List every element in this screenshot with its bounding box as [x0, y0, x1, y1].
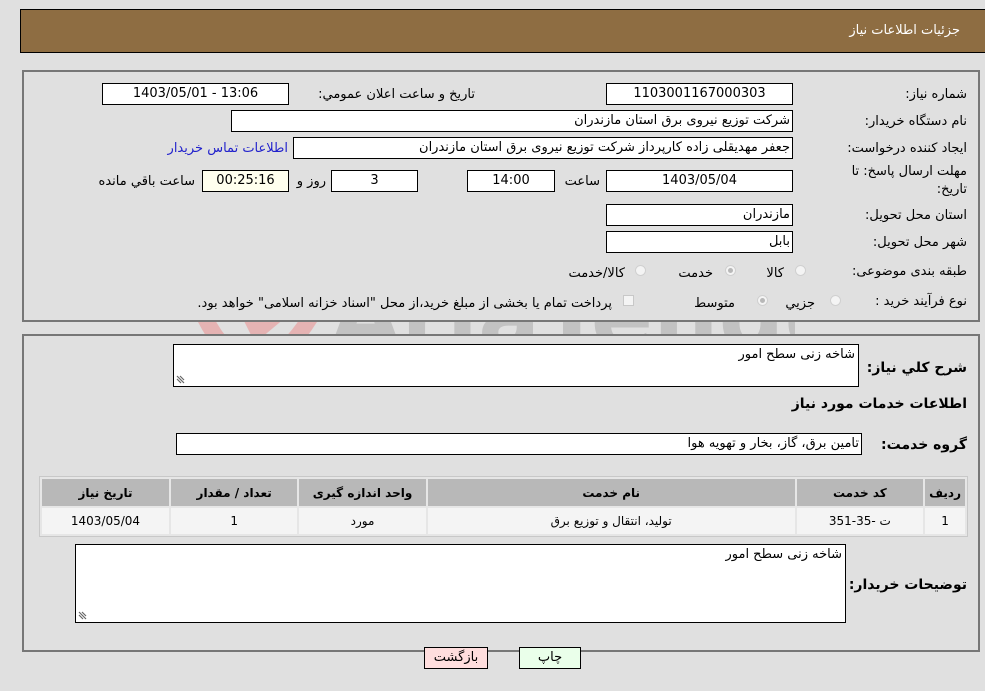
- col-header-quantity: تعداد / مقدار: [170, 479, 298, 506]
- category-radio-service[interactable]: [725, 265, 736, 276]
- table-header-row: رديف کد خدمت نام خدمت واحد اندازه گيری ت…: [42, 479, 965, 506]
- requester-label: ایجاد کننده درخواست:: [847, 141, 967, 156]
- remaining-time-label: ساعت باقي مانده: [98, 174, 195, 189]
- buyer-org-label: نام دستگاه خريدار:: [864, 114, 967, 129]
- buyer-contact-link[interactable]: اطلاعات تماس خريدار: [168, 141, 288, 156]
- category-option-service: خدمت: [678, 266, 713, 281]
- service-group-field: تامین برق، گاز، بخار و تهویه هوا: [176, 433, 862, 455]
- purchase-type-option-minor: جزيي: [785, 296, 815, 311]
- days-label: روز و: [296, 174, 326, 189]
- back-button[interactable]: بازگشت: [424, 647, 488, 669]
- category-option-goods: کالا: [766, 266, 784, 281]
- purchase-type-label: نوع فرآیند خرید :: [875, 294, 967, 309]
- deadline-date-field: 1403/05/04: [606, 170, 793, 192]
- col-header-unit: واحد اندازه گيری: [299, 479, 426, 506]
- purchase-type-option-medium: متوسط: [694, 296, 735, 311]
- col-header-row-number: رديف: [925, 479, 965, 506]
- cell-service-name: تولید، انتقال و توزیع برق: [427, 508, 795, 534]
- cell-row-number: 1: [925, 508, 965, 534]
- resize-grip-icon[interactable]: [78, 610, 88, 620]
- cell-service-code: ت -35-351: [796, 508, 924, 534]
- deadline-time-field: 14:00: [467, 170, 555, 192]
- category-option-goods-service: کالا/خدمت: [568, 266, 625, 281]
- general-desc-text: شاخه زنی سطح امور: [738, 347, 855, 362]
- buyer-notes-text: شاخه زنی سطح امور: [725, 547, 842, 562]
- category-label: طبقه بندی موضوعی:: [851, 264, 967, 279]
- city-field: بابل: [606, 231, 793, 253]
- category-radio-goods[interactable]: [795, 265, 806, 276]
- treasury-checkbox[interactable]: [623, 295, 634, 306]
- col-header-need-date: تاريخ نياز: [42, 479, 169, 506]
- city-label: شهر محل تحویل:: [872, 235, 967, 250]
- col-header-service-name: نام خدمت: [427, 479, 795, 506]
- print-button[interactable]: چاپ: [519, 647, 581, 669]
- buyer-notes-label: توضيحات خريدار:: [848, 577, 967, 593]
- remaining-time-field: 00:25:16: [202, 170, 289, 192]
- page-header: جزئیات اطلاعات نیاز: [20, 9, 985, 53]
- requester-field: جعفر مهدیقلی زاده کارپرداز شرکت توزیع نی…: [293, 137, 793, 159]
- buyer-org-field: شرکت توزیع نیروی برق استان مازندران: [231, 110, 793, 132]
- announce-datetime-field: 1403/05/01 - 13:06: [102, 83, 289, 105]
- page-title: جزئیات اطلاعات نیاز: [849, 23, 960, 38]
- deadline-time-label: ساعت: [564, 174, 600, 189]
- services-table: رديف کد خدمت نام خدمت واحد اندازه گيری ت…: [39, 476, 968, 537]
- resize-grip-icon[interactable]: [176, 374, 186, 384]
- service-group-label: گروه خدمت:: [881, 437, 967, 453]
- treasury-note: پرداخت تمام یا بخشی از مبلغ خرید،از محل …: [197, 296, 612, 311]
- buyer-notes-textarea[interactable]: شاخه زنی سطح امور: [75, 544, 846, 623]
- deadline-label: مهلت ارسال پاسخ: تا: [851, 164, 967, 179]
- province-label: استان محل تحویل:: [865, 208, 967, 223]
- cell-unit: مورد: [299, 508, 426, 534]
- category-radio-goods-service[interactable]: [635, 265, 646, 276]
- table-row: 1 ت -35-351 تولید، انتقال و توزیع برق مو…: [42, 508, 965, 534]
- announce-datetime-label: تاریخ و ساعت اعلان عمومي:: [318, 87, 475, 102]
- col-header-service-code: کد خدمت: [796, 479, 924, 506]
- deadline-label-date: تاریخ:: [936, 182, 967, 197]
- general-desc-textarea[interactable]: شاخه زنی سطح امور: [173, 344, 859, 387]
- province-field: مازندران: [606, 204, 793, 226]
- purchase-type-radio-minor[interactable]: [830, 295, 841, 306]
- cell-quantity: 1: [170, 508, 298, 534]
- general-desc-label: شرح کلي نياز:: [866, 360, 967, 376]
- purchase-type-radio-medium[interactable]: [757, 295, 768, 306]
- need-number-label: شماره نیاز:: [905, 87, 967, 102]
- need-info-panel: [22, 70, 980, 322]
- services-section-title: اطلاعات خدمات مورد نياز: [791, 396, 967, 412]
- remaining-days-field: 3: [331, 170, 418, 192]
- cell-need-date: 1403/05/04: [42, 508, 169, 534]
- need-number-field: 1103001167000303: [606, 83, 793, 105]
